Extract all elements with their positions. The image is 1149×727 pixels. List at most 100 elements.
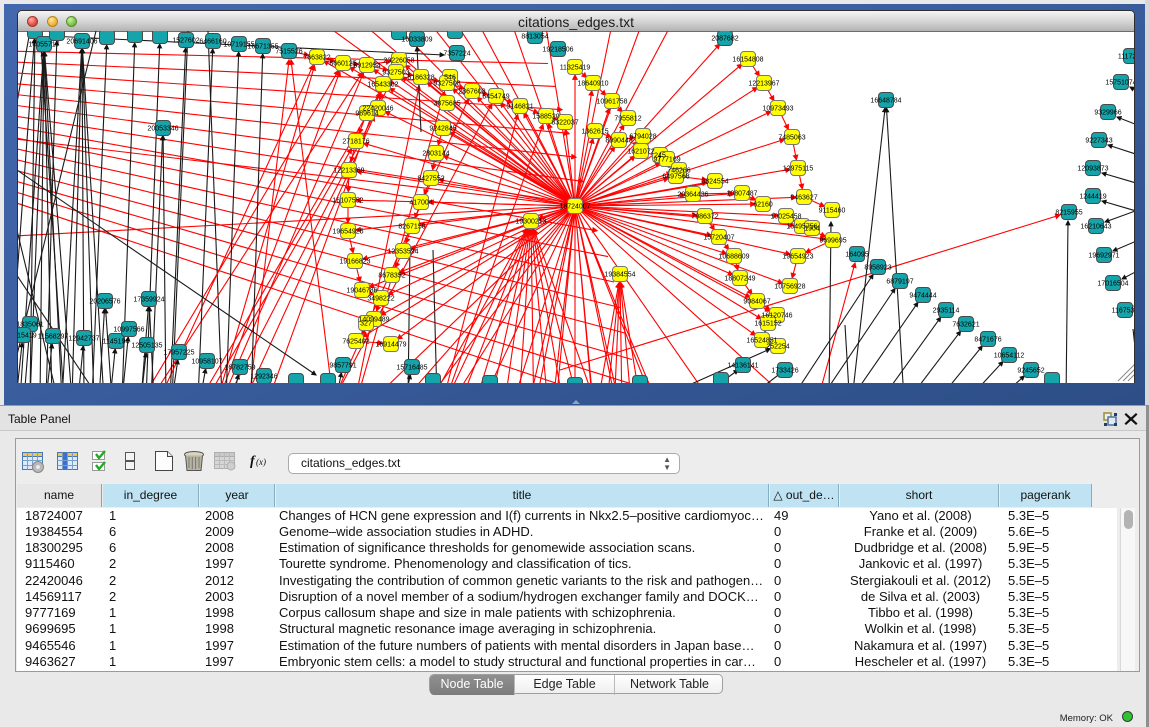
svg-text:9699695: 9699695 bbox=[819, 238, 846, 245]
svg-text:8813054: 8813054 bbox=[521, 34, 548, 41]
svg-text:12213967: 12213967 bbox=[748, 81, 779, 88]
svg-text:12353594: 12353594 bbox=[387, 249, 418, 256]
svg-text:16648784: 16648784 bbox=[870, 98, 901, 105]
svg-text:2087682: 2087682 bbox=[711, 36, 738, 43]
svg-text:9084067: 9084067 bbox=[743, 299, 770, 306]
svg-text:12505135: 12505135 bbox=[131, 343, 162, 350]
svg-text:8267150: 8267150 bbox=[398, 224, 425, 231]
svg-text:8215955: 8215955 bbox=[1055, 210, 1082, 217]
svg-text:7632621: 7632621 bbox=[952, 322, 979, 329]
svg-text:11568297: 11568297 bbox=[38, 334, 69, 341]
svg-text:6879197: 6879197 bbox=[886, 279, 913, 286]
svg-text:9327508: 9327508 bbox=[433, 81, 460, 88]
svg-text:989614: 989614 bbox=[355, 111, 378, 118]
svg-text:15716485: 15716485 bbox=[396, 365, 427, 372]
svg-text:6497568: 6497568 bbox=[662, 174, 689, 181]
svg-text:2803144: 2803144 bbox=[422, 151, 449, 158]
svg-text:16210643: 16210643 bbox=[1080, 224, 1111, 231]
svg-text:1904: 1904 bbox=[804, 226, 820, 233]
svg-text:19218506: 19218506 bbox=[542, 47, 573, 54]
svg-text:12942737: 12942737 bbox=[68, 336, 99, 343]
svg-text:7515526: 7515526 bbox=[275, 49, 302, 56]
svg-text:9245652: 9245652 bbox=[1017, 368, 1044, 375]
svg-text:(x): (x) bbox=[256, 457, 266, 467]
svg-text:10807487: 10807487 bbox=[726, 191, 757, 198]
svg-text:12975115: 12975115 bbox=[783, 166, 814, 173]
svg-text:6794028: 6794028 bbox=[629, 134, 656, 141]
svg-text:1244419: 1244419 bbox=[1079, 194, 1106, 201]
svg-text:16154808: 16154808 bbox=[732, 57, 763, 64]
svg-text:9242845: 9242845 bbox=[429, 126, 456, 133]
svg-text:8678352: 8678352 bbox=[378, 273, 405, 280]
svg-text:7986372: 7986372 bbox=[691, 214, 718, 221]
svg-text:1621072: 1621072 bbox=[627, 149, 654, 156]
svg-text:8454749: 8454749 bbox=[482, 94, 509, 101]
svg-text:8471676: 8471676 bbox=[974, 337, 1001, 344]
svg-text:164095: 164095 bbox=[845, 252, 868, 259]
svg-text:12213369: 12213369 bbox=[333, 168, 364, 175]
svg-text:16782759: 16782759 bbox=[224, 365, 255, 372]
svg-text:1167533: 1167533 bbox=[1112, 308, 1134, 315]
svg-text:19654923: 19654923 bbox=[782, 254, 813, 261]
svg-text:327: 327 bbox=[360, 321, 372, 328]
svg-text:252254: 252254 bbox=[766, 344, 789, 351]
svg-text:9146821: 9146821 bbox=[506, 104, 533, 111]
svg-text:1733426: 1733426 bbox=[771, 368, 798, 375]
svg-text:8427552: 8427552 bbox=[417, 176, 444, 183]
svg-text:1292346: 1292346 bbox=[250, 374, 277, 381]
svg-text:9857791: 9857791 bbox=[329, 363, 356, 370]
svg-text:1835061: 1835061 bbox=[18, 322, 44, 329]
svg-text:10961758: 10961758 bbox=[596, 99, 627, 106]
svg-text:1362615: 1362615 bbox=[581, 129, 608, 136]
svg-text:10756928: 10756928 bbox=[774, 284, 805, 291]
svg-text:11325419: 11325419 bbox=[560, 65, 591, 72]
svg-text:9329966: 9329966 bbox=[1094, 110, 1121, 117]
svg-text:18640910: 18640910 bbox=[577, 81, 608, 88]
svg-text:18807249: 18807249 bbox=[724, 276, 755, 283]
svg-text:16107552: 16107552 bbox=[332, 198, 363, 205]
svg-text:16120746: 16120746 bbox=[761, 313, 792, 320]
svg-text:9474444: 9474444 bbox=[909, 293, 936, 300]
svg-text:3915419: 3915419 bbox=[18, 333, 37, 340]
svg-text:12093873: 12093873 bbox=[1077, 166, 1108, 173]
svg-text:17957225: 17957225 bbox=[163, 350, 194, 357]
svg-text:2718176: 2718176 bbox=[342, 139, 369, 146]
svg-text:8322037: 8322037 bbox=[551, 120, 578, 127]
svg-text:9777169: 9777169 bbox=[653, 157, 680, 164]
svg-text:7955812: 7955812 bbox=[614, 116, 641, 123]
svg-text:16914479: 16914479 bbox=[375, 342, 406, 349]
svg-text:1145194: 1145194 bbox=[103, 339, 130, 346]
svg-text:9227343: 9227343 bbox=[1085, 138, 1112, 145]
svg-text:7357224: 7357224 bbox=[443, 51, 470, 58]
svg-text:10958107: 10958107 bbox=[191, 359, 222, 366]
svg-text:1117272: 1117272 bbox=[1118, 54, 1134, 61]
svg-text:18724007: 18724007 bbox=[559, 204, 590, 211]
svg-text:20364436: 20364436 bbox=[677, 192, 708, 199]
svg-text:8912954: 8912954 bbox=[353, 63, 380, 70]
svg-text:9115460: 9115460 bbox=[819, 208, 846, 215]
svg-text:20206576: 20206576 bbox=[89, 299, 120, 306]
svg-text:3824554: 3824554 bbox=[701, 179, 728, 186]
svg-text:10997566: 10997566 bbox=[113, 327, 144, 334]
svg-text:10654112: 10654112 bbox=[994, 353, 1025, 360]
svg-text:62160: 62160 bbox=[753, 202, 773, 209]
svg-text:1527602: 1527602 bbox=[172, 38, 199, 45]
svg-text:19654925: 19654925 bbox=[332, 229, 363, 236]
svg-text:16543382: 16543382 bbox=[367, 82, 398, 89]
svg-text:17016504: 17016504 bbox=[1097, 281, 1128, 288]
svg-text:10973493: 10973493 bbox=[762, 106, 793, 113]
svg-text:9463627: 9463627 bbox=[790, 195, 817, 202]
svg-text:8958923: 8958923 bbox=[864, 265, 891, 272]
svg-text:7663822: 7663822 bbox=[303, 55, 330, 62]
svg-text:23226058: 23226058 bbox=[383, 58, 414, 65]
svg-text:3498222: 3498222 bbox=[367, 296, 394, 303]
svg-text:10025458: 10025458 bbox=[770, 214, 801, 221]
svg-text:10688609: 10688609 bbox=[718, 254, 749, 261]
svg-text:15751074: 15751074 bbox=[1105, 80, 1134, 87]
svg-text:14055717: 14055717 bbox=[28, 42, 59, 49]
svg-text:15720407: 15720407 bbox=[703, 235, 734, 242]
svg-text:2935114: 2935114 bbox=[933, 308, 960, 315]
svg-text:19692971: 19692971 bbox=[1088, 253, 1119, 260]
svg-text:14136141: 14136141 bbox=[727, 363, 758, 370]
svg-text:17359924: 17359924 bbox=[133, 297, 164, 304]
